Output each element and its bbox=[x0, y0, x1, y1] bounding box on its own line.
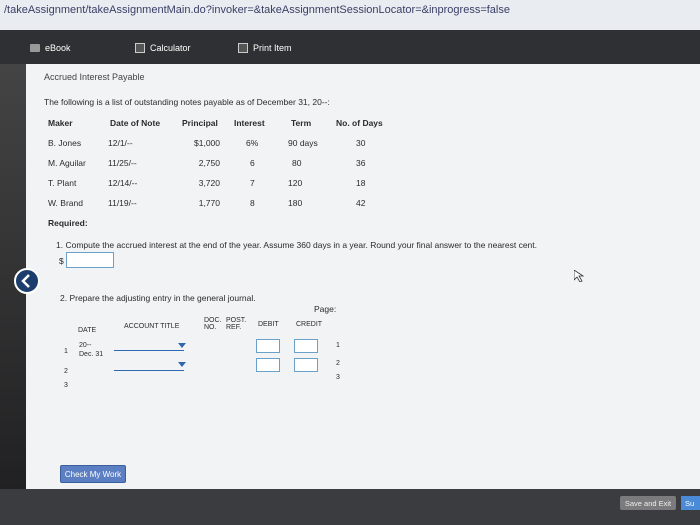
chevron-down-icon[interactable] bbox=[178, 362, 186, 367]
journal-page-label: Page: bbox=[314, 304, 337, 314]
table-cell: 90 days bbox=[288, 138, 318, 148]
table-cell: 7 bbox=[250, 178, 255, 188]
question-1: 1. Compute the accrued interest at the e… bbox=[56, 240, 538, 250]
ebook-tab[interactable]: eBook bbox=[30, 38, 71, 58]
col-header-date: Date of Note bbox=[110, 118, 161, 128]
table-cell: 2,750 bbox=[198, 158, 220, 168]
dollar-sign: $ bbox=[59, 256, 64, 266]
ebook-label: eBook bbox=[45, 43, 71, 53]
table-cell: T. Plant bbox=[48, 178, 77, 188]
table-cell: 30 bbox=[356, 138, 366, 148]
back-button[interactable] bbox=[14, 268, 40, 294]
required-heading: Required: bbox=[48, 218, 88, 228]
journal-doc-header: DOC. NO. bbox=[204, 317, 222, 331]
col-header-maker: Maker bbox=[48, 118, 73, 128]
assignment-toolbar: eBook Calculator Print Item bbox=[0, 30, 700, 64]
table-cell: 12/14/-- bbox=[108, 178, 138, 188]
table-cell: $1,000 bbox=[194, 138, 220, 148]
problem-panel: Accrued Interest Payable The following i… bbox=[26, 64, 700, 489]
save-and-exit-button[interactable]: Save and Exit bbox=[620, 496, 676, 510]
table-cell: 18 bbox=[356, 178, 366, 188]
journal-account-header: ACCOUNT TITLE bbox=[124, 323, 180, 330]
journal-right-number: 2 bbox=[336, 360, 340, 367]
account-title-dropdown-1[interactable] bbox=[114, 350, 184, 351]
print-label: Print Item bbox=[253, 43, 292, 53]
address-bar[interactable]: /takeAssignment/takeAssignmentMain.do?in… bbox=[0, 0, 700, 30]
journal-right-number: 3 bbox=[336, 374, 340, 381]
book-icon bbox=[30, 44, 40, 52]
table-cell: W. Brand bbox=[48, 198, 83, 208]
calculator-tab[interactable]: Calculator bbox=[135, 38, 191, 58]
col-header-interest: Interest bbox=[234, 118, 265, 128]
table-cell: 6 bbox=[250, 158, 255, 168]
accrued-interest-input[interactable] bbox=[66, 252, 114, 268]
table-cell: 11/25/-- bbox=[108, 158, 137, 168]
journal-right-number: 1 bbox=[336, 342, 340, 349]
journal-line-number: 1 bbox=[64, 348, 68, 355]
journal-line-number: 3 bbox=[64, 382, 68, 389]
chevron-left-icon bbox=[21, 274, 30, 288]
table-cell: 80 bbox=[292, 158, 302, 168]
journal-date-value: Dec. 31 bbox=[79, 351, 104, 358]
chevron-down-icon[interactable] bbox=[178, 343, 186, 348]
table-cell: 12/1/-- bbox=[108, 138, 133, 148]
debit-input-line-1[interactable] bbox=[256, 339, 280, 353]
submit-button[interactable]: Su bbox=[681, 496, 700, 510]
table-cell: 42 bbox=[356, 198, 366, 208]
col-header-days: No. of Days bbox=[336, 118, 383, 128]
table-cell: 120 bbox=[288, 178, 303, 188]
col-header-principal: Principal bbox=[182, 118, 218, 128]
journal-date-header: DATE bbox=[78, 327, 97, 334]
account-title-dropdown-2[interactable] bbox=[114, 370, 184, 371]
check-my-work-button[interactable]: Check My Work bbox=[60, 465, 126, 483]
table-cell: 6% bbox=[246, 138, 259, 148]
mouse-cursor-icon bbox=[574, 270, 584, 282]
table-cell: M. Aguilar bbox=[48, 158, 86, 168]
bottom-bar bbox=[0, 489, 700, 525]
journal-credit-header: CREDIT bbox=[296, 321, 323, 328]
question-2: 2. Prepare the adjusting entry in the ge… bbox=[60, 293, 256, 303]
col-header-term: Term bbox=[291, 118, 312, 128]
table-cell: 180 bbox=[288, 198, 303, 208]
calculator-label: Calculator bbox=[150, 43, 191, 53]
journal-debit-header: DEBIT bbox=[258, 321, 279, 328]
table-cell: 1,770 bbox=[198, 198, 220, 208]
debit-input-line-2[interactable] bbox=[256, 358, 280, 372]
table-cell: B. Jones bbox=[48, 138, 82, 148]
journal-line-number: 2 bbox=[64, 368, 68, 375]
journal-postref-header: POST. REF. bbox=[226, 317, 247, 331]
print-item-tab[interactable]: Print Item bbox=[238, 38, 292, 58]
problem-title: Accrued Interest Payable bbox=[44, 72, 145, 82]
table-cell: 3,720 bbox=[198, 178, 220, 188]
credit-input-line-2[interactable] bbox=[294, 358, 318, 372]
problem-intro: The following is a list of outstanding n… bbox=[44, 97, 330, 107]
table-cell: 11/19/-- bbox=[108, 198, 137, 208]
table-cell: 8 bbox=[250, 198, 255, 208]
table-cell: 36 bbox=[356, 158, 366, 168]
print-icon bbox=[238, 43, 248, 53]
journal-year: 20-- bbox=[79, 342, 92, 349]
calculator-icon bbox=[135, 43, 145, 53]
credit-input-line-1[interactable] bbox=[294, 339, 318, 353]
